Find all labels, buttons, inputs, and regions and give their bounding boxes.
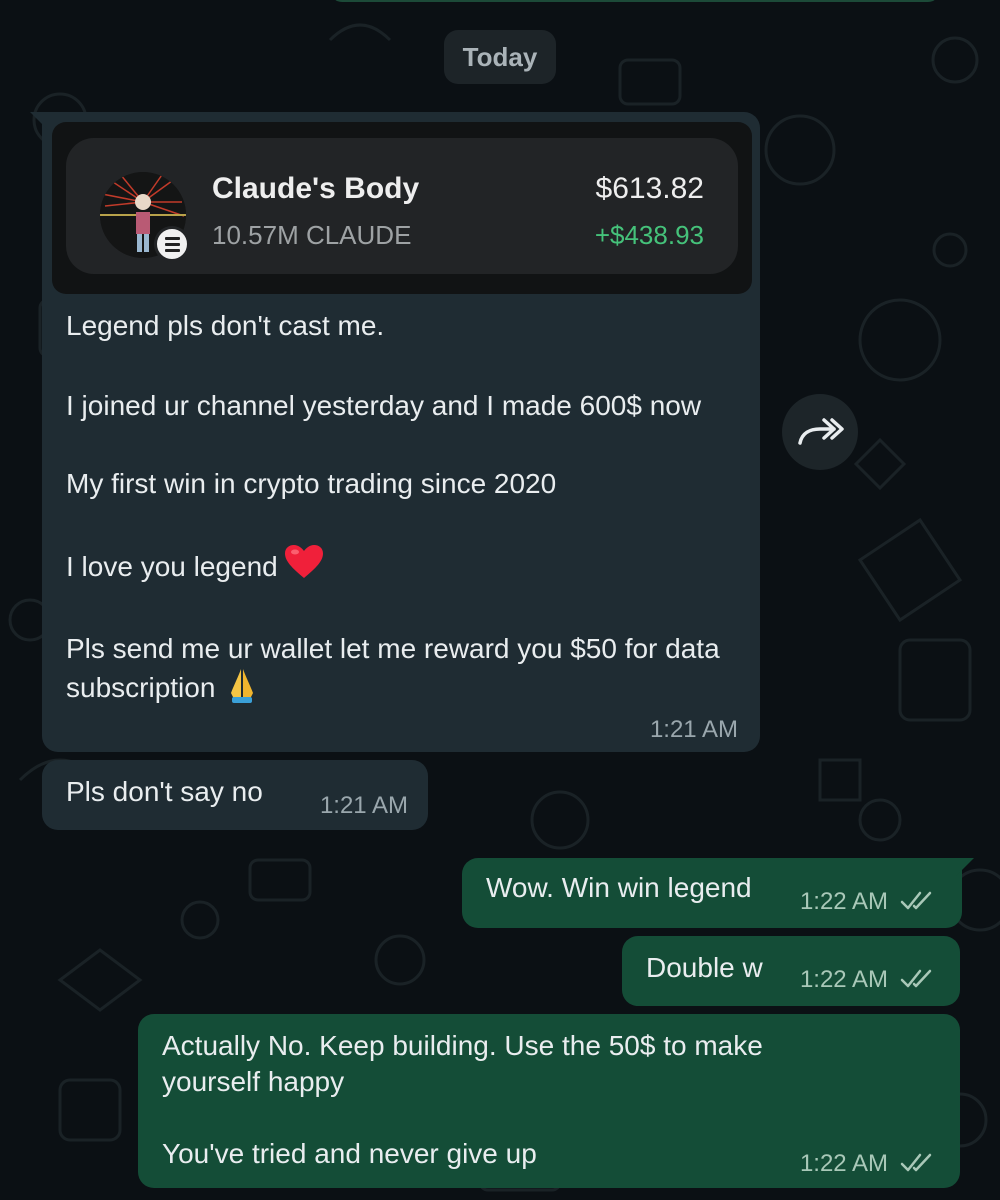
- message-time: 1:22 AM: [799, 1150, 888, 1177]
- paragraph: Actually No. Keep building. Use the 50$ …: [162, 1030, 763, 1097]
- bubble-tail: [956, 858, 974, 876]
- token-change: +$438.93: [594, 220, 704, 250]
- message-text: Wow. Win win legend: [486, 872, 752, 903]
- paragraph: Pls send me ur wallet let me reward you …: [66, 631, 736, 712]
- message-text: Pls don't say no: [66, 776, 263, 807]
- token-row: Claude's Body 10.57M CLAUDE $613.82 +$43…: [66, 138, 738, 274]
- message-time: 1:22 AM: [799, 966, 888, 993]
- paragraph: I love you legend: [66, 544, 736, 589]
- outgoing-message[interactable]: Wow. Win win legend 1:22 AM: [462, 858, 974, 928]
- paragraph: Legend pls don't cast me.: [66, 310, 385, 341]
- incoming-message[interactable]: Claude's Body 10.57M CLAUDE $613.82 +$43…: [30, 112, 760, 752]
- forward-icon: [798, 418, 844, 445]
- paragraph: My first win in crypto trading since 202…: [66, 468, 557, 499]
- date-separator: Today: [444, 30, 556, 84]
- solana-icon: [154, 226, 190, 262]
- double-check-icon: [900, 891, 932, 910]
- token-value: $613.82: [595, 172, 704, 205]
- double-check-icon: [900, 969, 932, 988]
- message-text: Legend pls don't cast me. I joined ur ch…: [66, 308, 736, 712]
- forward-button[interactable]: [782, 394, 858, 470]
- message-time: 1:21 AM: [649, 716, 738, 743]
- red-heart-emoji-icon: [284, 544, 324, 589]
- paragraph-text: Pls send me ur wallet let me reward you …: [66, 633, 720, 703]
- token-amount: 10.57M CLAUDE: [212, 220, 412, 250]
- token-share-card[interactable]: Claude's Body 10.57M CLAUDE $613.82 +$43…: [52, 122, 752, 294]
- message-time: 1:22 AM: [799, 888, 888, 915]
- paragraph-text: I love you legend: [66, 551, 278, 582]
- previous-message-edge: [330, 0, 940, 2]
- outgoing-message[interactable]: Double w 1:22 AM: [622, 936, 960, 1006]
- paragraph: I joined ur channel yesterday and I made…: [66, 390, 702, 421]
- message-text: Actually No. Keep building. Use the 50$ …: [162, 1028, 852, 1172]
- message-text: Double w: [646, 952, 763, 983]
- bubble-tail: [30, 112, 48, 130]
- paragraph: You've tried and never give up: [162, 1138, 537, 1169]
- message-time: 1:21 AM: [319, 792, 408, 819]
- incoming-message[interactable]: Pls don't say no 1:21 AM: [42, 760, 428, 830]
- outgoing-message[interactable]: Actually No. Keep building. Use the 50$ …: [138, 1014, 960, 1188]
- double-check-icon: [900, 1153, 932, 1172]
- token-name: Claude's Body: [212, 172, 420, 205]
- folded-hands-emoji-icon: [225, 667, 259, 712]
